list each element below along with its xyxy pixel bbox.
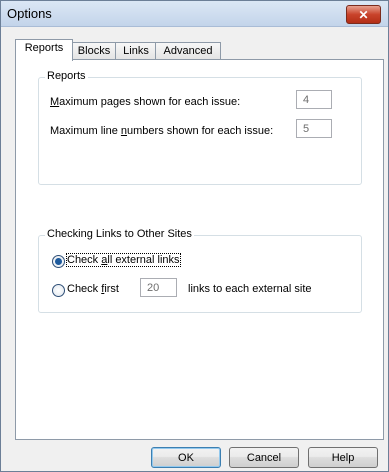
checking-links-group: Checking Links to Other Sites Check all … bbox=[38, 228, 362, 313]
window-title: Options bbox=[7, 6, 52, 21]
tab-links-label: Links bbox=[123, 45, 149, 57]
ok-button[interactable]: OK bbox=[151, 447, 221, 468]
links-per-site-label: links to each external site bbox=[188, 283, 312, 295]
check-all-links-label[interactable]: Check all external links bbox=[66, 253, 181, 267]
help-button-label: Help bbox=[331, 452, 355, 464]
max-pages-label: Maximum pages shown for each issue: bbox=[50, 96, 241, 108]
tab-blocks-label: Blocks bbox=[77, 45, 111, 57]
check-first-count-input[interactable] bbox=[140, 278, 177, 297]
tab-advanced-label: Advanced bbox=[163, 45, 213, 57]
tab-blocks[interactable]: Blocks bbox=[71, 42, 117, 60]
ok-button-label: OK bbox=[178, 452, 194, 464]
title-bar[interactable]: Options ✕ bbox=[1, 1, 388, 27]
cancel-button-label: Cancel bbox=[246, 452, 282, 464]
reports-group: Reports Maximum pages shown for each iss… bbox=[38, 70, 362, 185]
cancel-button[interactable]: Cancel bbox=[229, 447, 299, 468]
max-line-numbers-label: Maximum line numbers shown for each issu… bbox=[50, 125, 274, 137]
check-all-links-radio[interactable] bbox=[52, 255, 65, 268]
options-dialog: Options ✕ Reports Blocks Links Advanced … bbox=[0, 0, 389, 472]
tab-reports[interactable]: Reports bbox=[15, 39, 73, 61]
reports-group-legend: Reports bbox=[45, 70, 88, 82]
checking-links-group-legend: Checking Links to Other Sites bbox=[45, 228, 194, 240]
check-first-links-radio[interactable] bbox=[52, 284, 65, 297]
tab-reports-label: Reports bbox=[24, 42, 64, 54]
tab-links[interactable]: Links bbox=[115, 42, 157, 60]
close-icon: ✕ bbox=[358, 7, 369, 22]
max-pages-input[interactable] bbox=[296, 90, 332, 109]
close-button[interactable]: ✕ bbox=[346, 5, 381, 24]
max-line-numbers-input[interactable] bbox=[296, 119, 332, 138]
help-button[interactable]: Help bbox=[308, 447, 378, 468]
check-first-label[interactable]: Check first bbox=[67, 283, 119, 295]
tab-advanced[interactable]: Advanced bbox=[155, 42, 221, 60]
reports-tab-panel: Reports Maximum pages shown for each iss… bbox=[15, 59, 384, 440]
